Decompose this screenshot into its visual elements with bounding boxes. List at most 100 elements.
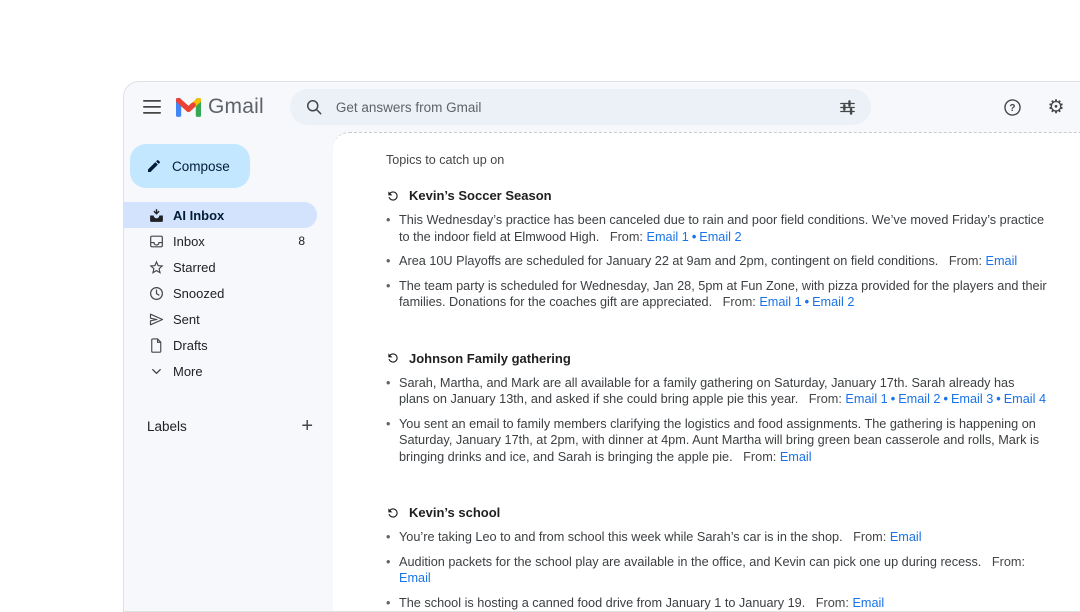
- help-icon: ?: [1002, 97, 1023, 118]
- email-link[interactable]: Email 1: [759, 295, 801, 309]
- topic-section: Johnson Family gathering •Sarah, Martha, …: [386, 351, 1048, 466]
- email-link[interactable]: Email 1: [845, 392, 887, 406]
- main-content-card: Topics to catch up on Kevin’s Soccer Sea…: [333, 132, 1080, 612]
- email-link[interactable]: Email: [986, 254, 1018, 268]
- search-options-tune-icon[interactable]: [838, 98, 857, 117]
- topbar-actions: ? ⚙: [993, 88, 1075, 126]
- send-icon: [147, 310, 165, 328]
- sidebar-item-drafts[interactable]: Drafts: [124, 332, 317, 358]
- refresh-topic-icon: [386, 351, 400, 365]
- create-label-button[interactable]: +: [295, 414, 319, 438]
- email-link[interactable]: Email 2: [812, 295, 854, 309]
- chevron-down-icon: [147, 362, 165, 380]
- gmail-logo: Gmail: [176, 95, 264, 119]
- star-icon: [147, 258, 165, 276]
- ai-inbox-icon: [147, 206, 165, 224]
- bullet-text: The team party is scheduled for Wednesda…: [399, 278, 1048, 311]
- from-label: From:: [743, 450, 776, 464]
- pencil-icon: [146, 158, 162, 174]
- from-label: From:: [853, 530, 886, 544]
- refresh-topic-icon: [386, 189, 400, 203]
- sidebar-item-more[interactable]: More: [124, 358, 317, 384]
- bullet-text: Sarah, Martha, and Mark are all availabl…: [399, 375, 1048, 408]
- catchup-heading: Topics to catch up on: [386, 153, 1048, 167]
- from-label: From:: [723, 295, 756, 309]
- gear-icon: ⚙: [1047, 98, 1064, 117]
- search-bar[interactable]: [290, 89, 871, 125]
- top-bar: Gmail ?: [124, 82, 1080, 132]
- from-label: From:: [992, 555, 1025, 569]
- from-label: From:: [949, 254, 982, 268]
- email-link[interactable]: Email: [852, 596, 884, 610]
- email-link[interactable]: Email: [780, 450, 812, 464]
- gmail-window: Gmail ?: [123, 81, 1080, 612]
- link-separator: •: [944, 392, 948, 406]
- email-link[interactable]: Email 1: [647, 230, 689, 244]
- link-separator: •: [805, 295, 809, 309]
- topics-list: Kevin’s Soccer Season•This Wednesday’s p…: [386, 188, 1048, 611]
- help-button[interactable]: ?: [993, 88, 1031, 126]
- hamburger-icon: [143, 100, 161, 114]
- topic-title: Kevin’s school: [409, 505, 500, 520]
- gmail-m-icon: [176, 98, 201, 117]
- from-label: From:: [610, 230, 643, 244]
- bullet-text: You sent an email to family members clar…: [399, 416, 1048, 466]
- search-input[interactable]: [334, 99, 838, 116]
- bullet-marker: •: [386, 416, 399, 466]
- bullet-item: •Area 10U Playoffs are scheduled for Jan…: [386, 253, 1048, 270]
- sidebar-item-label: Drafts: [173, 338, 208, 353]
- sidebar-item-sent[interactable]: Sent: [124, 306, 317, 332]
- email-link[interactable]: Email 3: [951, 392, 993, 406]
- topic-header[interactable]: Kevin’s Soccer Season: [386, 188, 1048, 203]
- compose-button[interactable]: Compose: [130, 144, 250, 188]
- bullet-marker: •: [386, 212, 399, 245]
- email-link[interactable]: Email 2: [898, 392, 940, 406]
- sidebar-item-inbox[interactable]: Inbox 8: [124, 228, 317, 254]
- sidebar-item-starred[interactable]: Starred: [124, 254, 317, 280]
- email-link[interactable]: Email: [399, 571, 431, 585]
- bullet-text: You’re taking Leo to and from school thi…: [399, 529, 922, 546]
- bullet-marker: •: [386, 375, 399, 408]
- topic-header[interactable]: Kevin’s school: [386, 505, 1048, 520]
- bullet-item: •The school is hosting a canned food dri…: [386, 595, 1048, 612]
- email-link[interactable]: Email 2: [699, 230, 741, 244]
- topic-header[interactable]: Johnson Family gathering: [386, 351, 1048, 366]
- bullet-item: •Audition packets for the school play ar…: [386, 554, 1048, 587]
- from-label: From:: [809, 392, 842, 406]
- bullet-text: The school is hosting a canned food driv…: [399, 595, 884, 612]
- email-link[interactable]: Email 4: [1004, 392, 1046, 406]
- bullet-text: This Wednesday’s practice has been cance…: [399, 212, 1048, 245]
- bullet-item: •You’re taking Leo to and from school th…: [386, 529, 1048, 546]
- inbox-unread-count: 8: [298, 234, 305, 248]
- bullet-text: Area 10U Playoffs are scheduled for Janu…: [399, 253, 1017, 270]
- from-label: From:: [816, 596, 849, 610]
- bullet-marker: •: [386, 278, 399, 311]
- draft-icon: [147, 336, 165, 354]
- email-link[interactable]: Email: [890, 530, 922, 544]
- main-menu-button[interactable]: [132, 87, 172, 127]
- link-separator: •: [891, 392, 895, 406]
- bullet-marker: •: [386, 253, 399, 270]
- inbox-icon: [147, 232, 165, 250]
- labels-title: Labels: [147, 419, 187, 434]
- clock-icon: [147, 284, 165, 302]
- bullet-text: Audition packets for the school play are…: [399, 554, 1048, 587]
- bullet-item: •This Wednesday’s practice has been canc…: [386, 212, 1048, 245]
- settings-button[interactable]: ⚙: [1037, 88, 1075, 126]
- bullet-item: •You sent an email to family members cla…: [386, 416, 1048, 466]
- sidebar-item-label: Starred: [173, 260, 216, 275]
- sidebar-item-snoozed[interactable]: Snoozed: [124, 280, 317, 306]
- gmail-logo-text: Gmail: [208, 95, 264, 119]
- bullet-marker: •: [386, 554, 399, 587]
- link-separator: •: [692, 230, 696, 244]
- bullet-marker: •: [386, 529, 399, 546]
- sidebar-item-ai-inbox[interactable]: AI Inbox: [124, 202, 317, 228]
- sidebar: Compose AI Inbox: [124, 132, 333, 612]
- compose-label: Compose: [172, 159, 230, 174]
- topic-title: Kevin’s Soccer Season: [409, 188, 552, 203]
- link-separator: •: [996, 392, 1000, 406]
- refresh-topic-icon: [386, 506, 400, 520]
- sidebar-item-label: Snoozed: [173, 286, 224, 301]
- labels-section-header: Labels +: [124, 414, 333, 438]
- topic-section: Kevin’s school •You’re taking Leo to and …: [386, 505, 1048, 611]
